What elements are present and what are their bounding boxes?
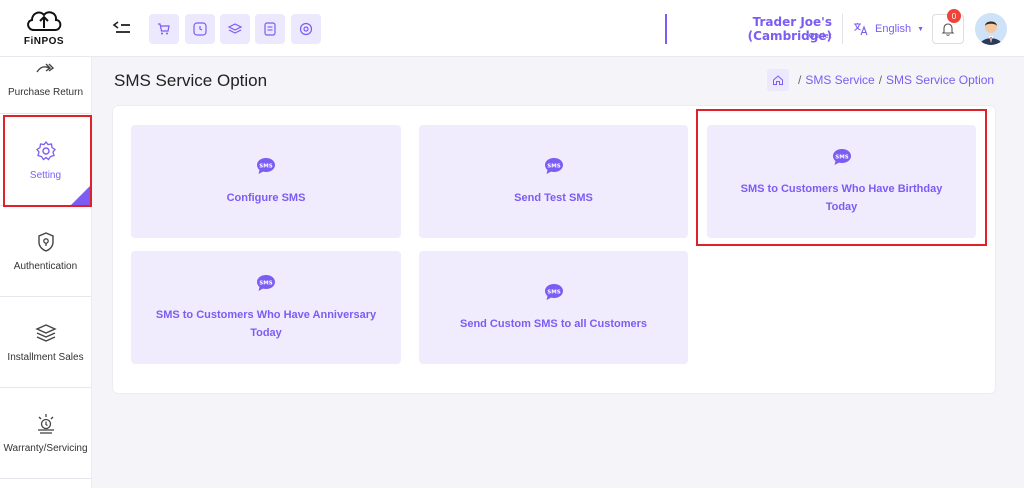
language-label: English — [875, 23, 912, 35]
highlight-box-birthday — [696, 109, 987, 246]
header-divider — [842, 14, 843, 44]
stack-icon[interactable] — [220, 14, 250, 44]
sidebar-item-warranty-servicing[interactable]: Warranty/Servicing — [0, 389, 91, 479]
sidebar-item-installment-sales[interactable]: Installment Sales — [0, 298, 91, 388]
breadcrumb-separator: / — [878, 73, 883, 87]
chevron-down-icon: ▼ — [917, 25, 925, 33]
sidebar-item-authentication[interactable]: Authentication — [0, 207, 91, 297]
target-icon[interactable] — [291, 14, 321, 44]
document-icon[interactable] — [255, 14, 285, 44]
breadcrumb-separator: / — [798, 73, 802, 87]
cart-icon[interactable] — [149, 14, 179, 44]
finpos-logo[interactable]: FiNPOS — [22, 6, 66, 52]
svg-text:SMS: SMS — [547, 289, 560, 295]
breadcrumb-sms-service[interactable]: SMS Service — [805, 73, 874, 87]
card-label: Configure SMS — [226, 191, 306, 204]
breadcrumb: / SMS Service / SMS Service Option — [794, 73, 994, 87]
sidebar-item-label: Warranty/Servicing — [3, 443, 88, 454]
sidebar-item-label: Installment Sales — [7, 352, 84, 363]
sidebar-item-label: Authentication — [13, 261, 78, 272]
sidebar-item-purchase-return[interactable]: Purchase Return — [0, 57, 91, 114]
sms-chat-icon: SMS — [544, 283, 563, 300]
menu-collapse-icon[interactable] — [112, 18, 134, 38]
card-send-test-sms[interactable]: SMS Send Test SMS — [419, 125, 688, 238]
svg-text:SMS: SMS — [259, 163, 272, 169]
avatar[interactable] — [975, 13, 1007, 45]
cloud-logo-icon — [27, 11, 62, 31]
store-divider — [665, 14, 667, 44]
card-label: Send Custom SMS to all Customers — [459, 317, 648, 330]
return-arrow-icon — [35, 57, 57, 79]
svg-text:SMS: SMS — [259, 280, 272, 286]
svg-text:SMS: SMS — [547, 163, 560, 169]
logo-text: FiNPOS — [23, 36, 65, 47]
home-icon[interactable] — [767, 69, 789, 91]
page-title: SMS Service Option — [114, 71, 268, 90]
shield-icon — [35, 231, 57, 253]
card-label: Send Test SMS — [514, 191, 593, 204]
sms-chat-icon: SMS — [257, 157, 275, 174]
layers-icon — [34, 322, 57, 344]
card-label: SMS to Customers Who Have Anniversary To… — [155, 308, 377, 339]
card-anniversary-sms[interactable]: SMS SMS to Customers Who Have Anniversar… — [131, 251, 401, 364]
breadcrumb-current: SMS Service Option — [886, 73, 995, 87]
sms-chat-icon: SMS — [257, 274, 275, 291]
top-bar: FiNPOS Trader Joe's (Cambridge) Outlet E… — [0, 0, 1024, 57]
sms-chat-icon: SMS — [544, 157, 563, 174]
clock-icon[interactable] — [185, 14, 215, 44]
language-selector[interactable]: English ▼ — [846, 15, 926, 43]
translate-icon — [854, 23, 868, 36]
card-custom-sms[interactable]: SMS Send Custom SMS to all Customers — [419, 251, 688, 364]
servicing-icon — [35, 413, 57, 435]
store-subtitle: Outlet — [808, 33, 832, 40]
sidebar-item-label: Purchase Return — [7, 87, 84, 98]
user-avatar-icon — [975, 13, 1007, 45]
notification-badge: 0 — [947, 9, 961, 23]
card-configure-sms[interactable]: SMS Configure SMS — [131, 125, 401, 238]
bell-icon — [941, 23, 955, 36]
highlight-box-setting — [3, 115, 92, 207]
